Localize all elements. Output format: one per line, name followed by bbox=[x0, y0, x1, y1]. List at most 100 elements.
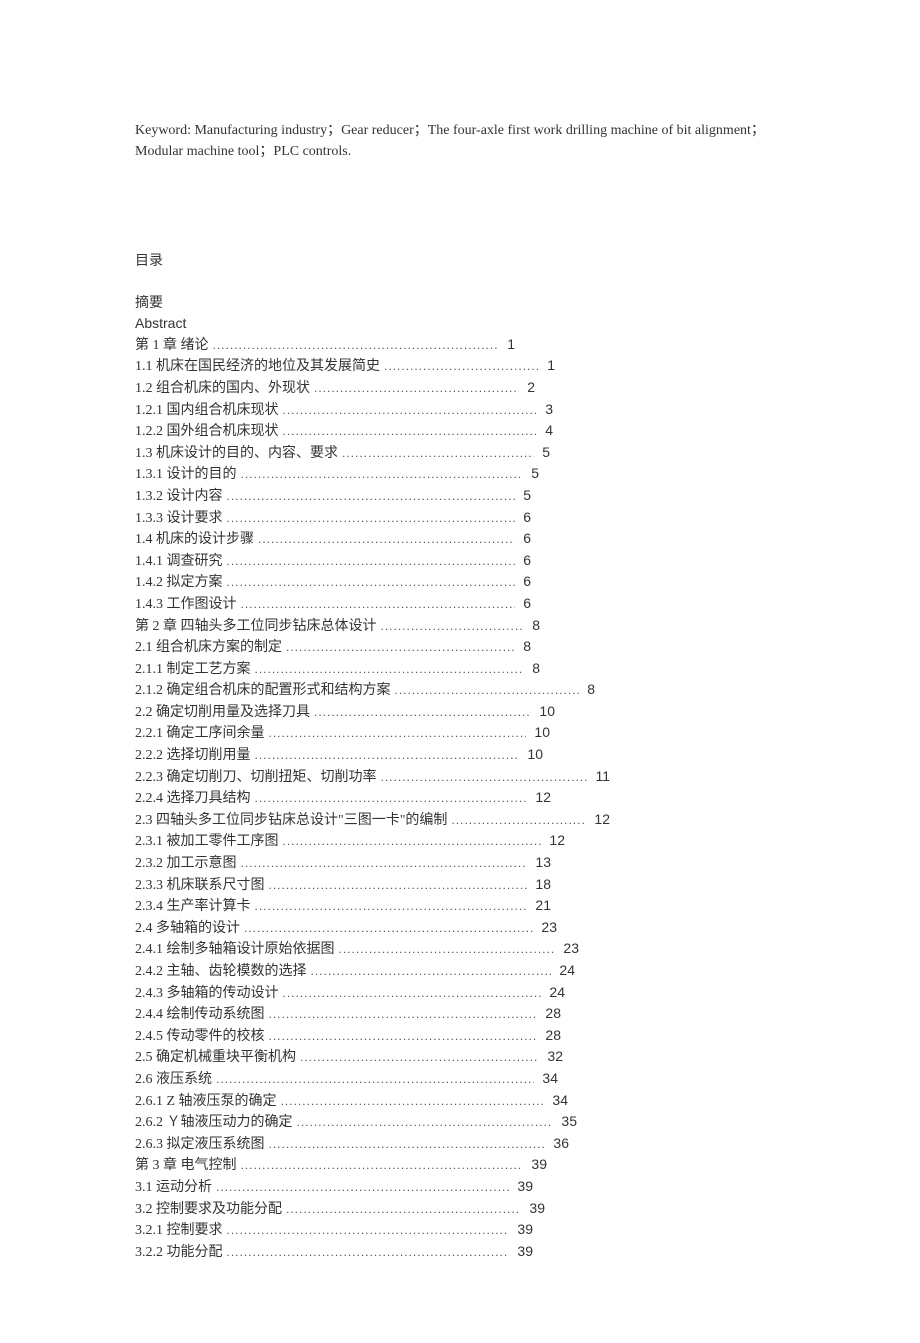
toc-entry: 第 3 章 电气控制..............................… bbox=[135, 1155, 547, 1176]
toc-entry-label: 1.4 机床的设计步骤 bbox=[135, 530, 254, 550]
toc-entry-leader: ........................................… bbox=[296, 1049, 539, 1066]
toc-entry-leader: ........................................… bbox=[279, 423, 538, 440]
toc-entry-page: 36 bbox=[545, 1134, 569, 1154]
keyword-paragraph: Keyword: Manufacturing industry；Gear red… bbox=[135, 120, 785, 162]
toc-entry: 2.3.3 机床联系尺寸图...........................… bbox=[135, 875, 551, 896]
toc-entry-leader: ........................................… bbox=[335, 941, 556, 958]
toc-entry-leader: ........................................… bbox=[223, 553, 516, 570]
toc-entry-page: 6 bbox=[515, 572, 531, 592]
toc-entry-label: 1.3.3 设计要求 bbox=[135, 509, 223, 529]
toc-entry-label: 2.2.4 选择刀具结构 bbox=[135, 789, 251, 809]
toc-entry-leader: ........................................… bbox=[251, 747, 520, 764]
toc-entry: 2.3.2 加工示意图.............................… bbox=[135, 853, 551, 874]
toc-entry-label: 第 1 章 绪论 bbox=[135, 336, 209, 356]
toc-entry-leader: ........................................… bbox=[237, 855, 528, 872]
toc-entry-label: 2.4.2 主轴、齿轮模数的选择 bbox=[135, 962, 307, 982]
toc-entry-leader: ........................................… bbox=[251, 898, 528, 915]
toc-entry: 2.5 确定机械重块平衡机构..........................… bbox=[135, 1047, 563, 1068]
toc-entry-page: 1 bbox=[499, 335, 515, 355]
toc-entry-label: 2.4.4 绘制传动系统图 bbox=[135, 1005, 265, 1025]
toc-entry: 2.1 组合机床方案的制定...........................… bbox=[135, 637, 531, 658]
toc-entry-page: 24 bbox=[541, 983, 565, 1003]
toc-entry-label: 2.2 确定切削用量及选择刀具 bbox=[135, 703, 310, 723]
toc-entry-label: 1.3.1 设计的目的 bbox=[135, 465, 237, 485]
toc-entry: 2.2.2 选择切削用量............................… bbox=[135, 745, 543, 766]
toc-entry-page: 28 bbox=[537, 1026, 561, 1046]
toc-entry-leader: ........................................… bbox=[223, 1244, 510, 1261]
toc-entry: 2.6.2 Ｙ轴液压动力的确定.........................… bbox=[135, 1112, 577, 1133]
toc-entry-label: 2.4 多轴箱的设计 bbox=[135, 919, 240, 939]
toc-entry-label: 3.1 运动分析 bbox=[135, 1178, 212, 1198]
toc-entry-label: 1.4.1 调查研究 bbox=[135, 552, 223, 572]
toc-entry-leader: ........................................… bbox=[209, 337, 500, 354]
toc-entry-leader: ........................................… bbox=[251, 790, 528, 807]
toc-entry-leader: ........................................… bbox=[237, 596, 516, 613]
toc-entry-leader: ........................................… bbox=[223, 574, 516, 591]
front-matter-block: 摘要 Abstract bbox=[135, 294, 785, 334]
toc-entry: 1.2.2 国外组合机床现状..........................… bbox=[135, 421, 553, 442]
toc-entry-leader: ........................................… bbox=[254, 531, 515, 548]
toc-entry-leader: ........................................… bbox=[240, 920, 533, 937]
toc-entry-leader: ........................................… bbox=[282, 1201, 521, 1218]
toc-entry-leader: ........................................… bbox=[293, 1114, 554, 1131]
toc-entry: 3.2.1 控制要求..............................… bbox=[135, 1220, 533, 1241]
toc-entry-label: 第 2 章 四轴头多工位同步钻床总体设计 bbox=[135, 617, 377, 637]
toc-entry-page: 39 bbox=[523, 1155, 547, 1175]
toc-entry-page: 23 bbox=[533, 918, 557, 938]
toc-entry-leader: ........................................… bbox=[223, 510, 516, 527]
abstract-en: Abstract bbox=[135, 314, 785, 334]
toc-entry-page: 5 bbox=[534, 443, 550, 463]
toc-entry-page: 12 bbox=[541, 831, 565, 851]
toc-entry-page: 39 bbox=[509, 1220, 533, 1240]
toc-entry: 2.4.1 绘制多轴箱设计原始依据图......................… bbox=[135, 939, 579, 960]
toc-entry-leader: ........................................… bbox=[223, 1222, 510, 1239]
toc-entry-leader: ........................................… bbox=[223, 488, 516, 505]
toc-entry-leader: ........................................… bbox=[282, 639, 515, 656]
toc-entry-page: 10 bbox=[526, 723, 550, 743]
toc-entry-page: 34 bbox=[534, 1069, 558, 1089]
toc-entry-page: 13 bbox=[527, 853, 551, 873]
toc-entry: 2.2.1 确定工序间余量...........................… bbox=[135, 723, 550, 744]
toc-entry-label: 2.2.2 选择切削用量 bbox=[135, 746, 251, 766]
toc-entry: 1.3.3 设计要求..............................… bbox=[135, 508, 531, 529]
toc-entry-leader: ........................................… bbox=[310, 380, 519, 397]
toc-entry-label: 2.2.1 确定工序间余量 bbox=[135, 724, 265, 744]
toc-entry-leader: ........................................… bbox=[377, 769, 588, 786]
toc-entry: 1.2.1 国内组合机床现状..........................… bbox=[135, 400, 553, 421]
toc-entry: 1.4 机床的设计步骤.............................… bbox=[135, 529, 531, 550]
toc-entry: 2.6 液压系统................................… bbox=[135, 1069, 558, 1090]
toc-entry-label: 3.2 控制要求及功能分配 bbox=[135, 1200, 282, 1220]
toc-entry-label: 1.1 机床在国民经济的地位及其发展简史 bbox=[135, 357, 380, 377]
toc-entry-label: 2.3.4 生产率计算卡 bbox=[135, 897, 251, 917]
toc-entry: 3.2 控制要求及功能分配...........................… bbox=[135, 1199, 545, 1220]
toc-entry: 1.4.1 调查研究..............................… bbox=[135, 551, 531, 572]
toc-entry: 第 2 章 四轴头多工位同步钻床总体设计....................… bbox=[135, 616, 540, 637]
toc-entry-page: 5 bbox=[523, 464, 539, 484]
toc-entry-page: 12 bbox=[586, 810, 610, 830]
toc-entry-label: 1.3.2 设计内容 bbox=[135, 487, 223, 507]
toc-entry-leader: ........................................… bbox=[279, 985, 542, 1002]
toc-entry: 2.4.4 绘制传动系统图...........................… bbox=[135, 1004, 561, 1025]
toc-entry-leader: ........................................… bbox=[265, 1028, 538, 1045]
toc-entry-leader: ........................................… bbox=[212, 1179, 509, 1196]
toc-entry-page: 1 bbox=[539, 356, 555, 376]
toc-entry: 1.4.3 工作图设计.............................… bbox=[135, 594, 531, 615]
toc-entry: 2.3.1 被加工零件工序图..........................… bbox=[135, 831, 565, 852]
toc-entry-label: 2.6.1 Z 轴液压泵的确定 bbox=[135, 1092, 277, 1112]
toc-entry-leader: ........................................… bbox=[251, 661, 525, 678]
toc-entry: 2.3 四轴头多工位同步钻床总设计"三图一卡"的编制..............… bbox=[135, 810, 610, 831]
toc-entry-leader: ........................................… bbox=[279, 402, 538, 419]
toc-entry: 1.2 组合机床的国内、外现状.........................… bbox=[135, 378, 535, 399]
toc-entry: 2.2.3 确定切削刀、切削扭矩、切削功率...................… bbox=[135, 767, 610, 788]
toc-entry: 1.3.1 设计的目的.............................… bbox=[135, 464, 539, 485]
table-of-contents: 第 1 章 绪论................................… bbox=[135, 335, 785, 1263]
toc-entry-page: 10 bbox=[519, 745, 543, 765]
toc-entry-leader: ........................................… bbox=[212, 1071, 534, 1088]
toc-entry-label: 1.2.2 国外组合机床现状 bbox=[135, 422, 279, 442]
toc-entry: 2.1.1 制定工艺方案............................… bbox=[135, 659, 540, 680]
toc-entry-page: 12 bbox=[527, 788, 551, 808]
toc-entry-label: 1.2.1 国内组合机床现状 bbox=[135, 401, 279, 421]
toc-entry-label: 2.6 液压系统 bbox=[135, 1070, 212, 1090]
toc-entry-leader: ........................................… bbox=[265, 725, 527, 742]
toc-entry-label: 2.3.1 被加工零件工序图 bbox=[135, 832, 279, 852]
